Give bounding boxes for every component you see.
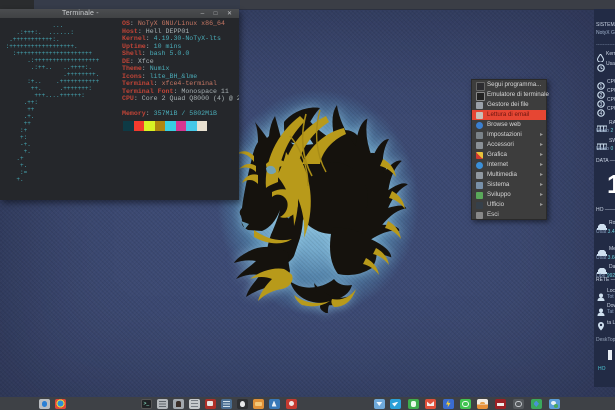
svg-text:4: 4: [600, 111, 603, 117]
